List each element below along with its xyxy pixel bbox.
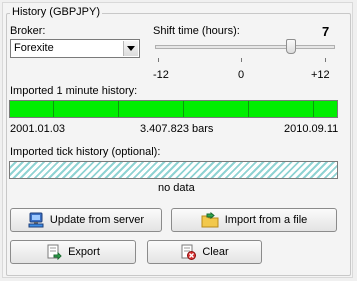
progress-segment [183, 101, 184, 117]
clear-button-label: Clear [202, 246, 229, 258]
folder-import-icon [201, 212, 219, 228]
clear-button[interactable]: Clear [147, 240, 262, 264]
update-button-label: Update from server [49, 214, 145, 226]
delete-document-icon [180, 244, 197, 260]
shift-slider-track[interactable] [155, 45, 335, 49]
tick-history-status: no data [158, 182, 195, 194]
minute-history-progress [9, 100, 338, 118]
shift-value: 7 [322, 24, 330, 39]
history-end-date: 2010.09.11 [284, 123, 339, 135]
progress-segment [313, 101, 314, 117]
update-from-server-button[interactable]: Update from server [10, 208, 162, 232]
history-bar-count: 3.407.823 bars [140, 123, 214, 135]
tick-history-progress [9, 161, 338, 179]
shift-slider-thumb[interactable] [286, 39, 296, 54]
shift-max-label: +12 [311, 69, 330, 81]
slider-tick [241, 58, 242, 62]
group-title: History (GBPJPY) [10, 6, 103, 18]
history-start-date: 2001.01.03 [10, 123, 66, 135]
chevron-down-icon[interactable] [123, 41, 138, 56]
shift-min-label: -12 [153, 69, 169, 81]
progress-segment [118, 101, 119, 117]
progress-fill [10, 101, 337, 117]
slider-tick [158, 58, 159, 62]
computer-network-icon [28, 212, 44, 228]
progress-segment [53, 101, 54, 117]
broker-label: Broker: [10, 25, 46, 37]
progress-segment [248, 101, 249, 117]
shift-label: Shift time (hours): [153, 25, 240, 37]
import-from-file-button[interactable]: Import from a file [171, 208, 337, 232]
export-button-label: Export [68, 246, 100, 258]
import-button-label: Import from a file [224, 214, 308, 226]
export-document-icon [46, 244, 62, 260]
slider-tick [325, 58, 326, 62]
tick-history-label: Imported tick history (optional): [10, 146, 161, 158]
minute-history-label: Imported 1 minute history: [10, 85, 138, 97]
shift-mid-label: 0 [238, 69, 245, 81]
export-button[interactable]: Export [10, 240, 136, 264]
broker-select-value: Forexite [14, 42, 54, 54]
broker-select[interactable]: Forexite [10, 39, 140, 58]
